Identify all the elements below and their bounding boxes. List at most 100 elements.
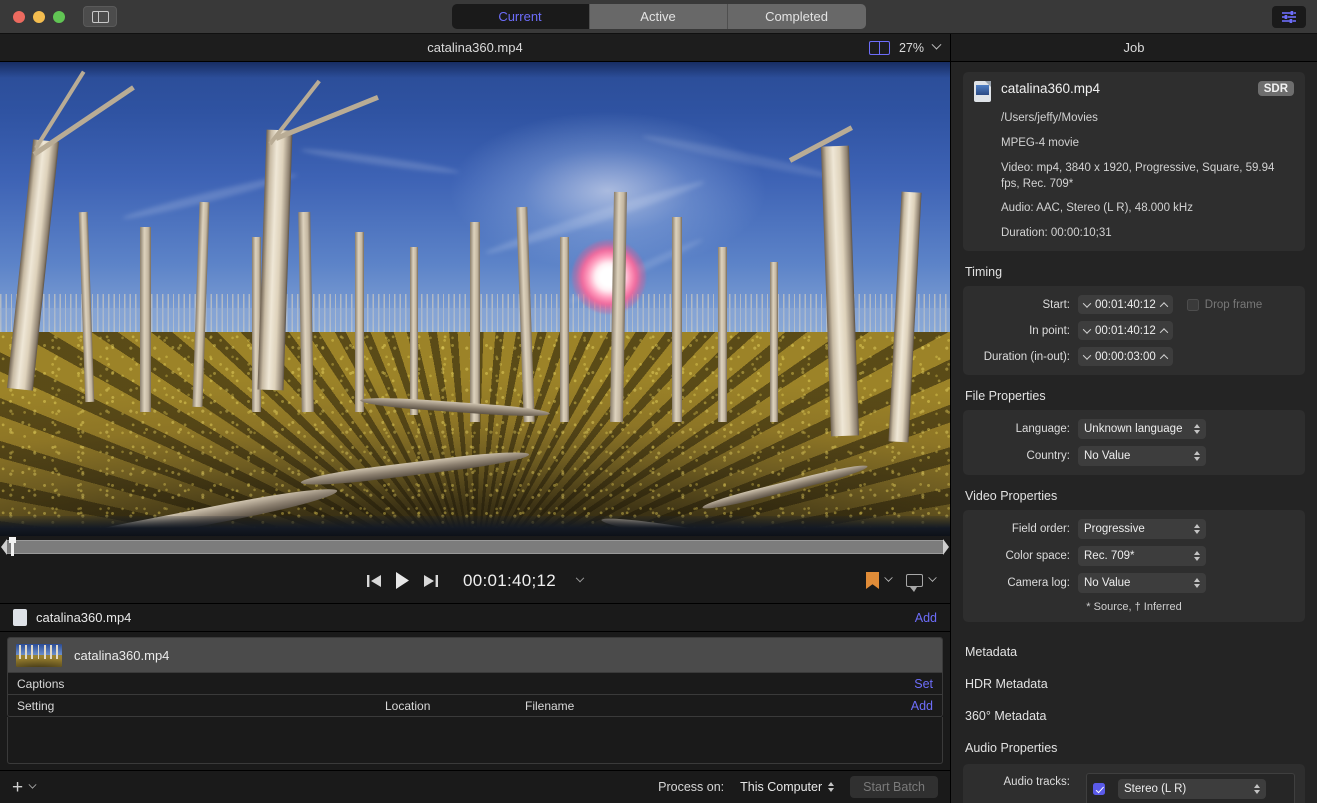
chevron-down-icon[interactable] [1083,299,1091,307]
duration-label: Duration (in-out): [973,351,1078,363]
skip-to-end-button[interactable] [423,574,438,588]
audio-track-value: Stereo (L R) [1124,783,1254,795]
play-icon [395,572,410,589]
video-frame-image [0,62,950,536]
batch-add-button[interactable]: Add [915,611,937,625]
inspector-toggle-button[interactable] [1272,6,1306,28]
in-point-marker[interactable] [1,539,7,555]
chevron-down-icon[interactable] [932,40,942,50]
chevron-down-icon[interactable] [29,780,37,788]
start-batch-button[interactable]: Start Batch [850,776,938,798]
country-label: Country: [973,450,1078,462]
tab-current[interactable]: Current [452,4,590,29]
language-label: Language: [973,423,1078,435]
file-info-header: catalina360.mp4 SDR [974,81,1294,102]
captions-set-button[interactable]: Set [914,677,933,691]
chevron-down-icon[interactable] [1083,351,1091,359]
preview-title: catalina360.mp4 [0,40,950,55]
batch-header-row[interactable]: catalina360.mp4 Add [0,604,950,632]
title-bar: Current Active Completed [0,0,1317,34]
chevron-down-icon[interactable] [884,573,892,581]
inspector-filename: catalina360.mp4 [1001,81,1100,96]
timing-duration-row: Duration (in-out): 00:00:03:00 [963,347,1305,366]
timing-start-row: Start: 00:01:40:12 Drop frame [963,295,1305,314]
audio-tracks-list[interactable]: Stereo (L R) [1086,773,1295,803]
audio-track-item[interactable]: Stereo (L R) [1093,779,1288,799]
bookmark-icon[interactable] [866,572,879,589]
settings-header-row: Setting Location Filename Add [8,694,942,716]
column-filename: Filename [525,699,665,713]
current-timecode[interactable]: 00:01:40;12 [463,571,556,591]
section-metadata[interactable]: Metadata [963,636,1305,668]
skip-to-start-button[interactable] [367,574,382,588]
captions-row[interactable]: Captions Set [8,672,942,694]
settings-add-button[interactable]: Add [911,699,933,713]
process-on-popup[interactable]: This Computer [733,777,841,798]
batch-view-segmented-control[interactable]: Current Active Completed [452,4,866,29]
bottom-toolbar: + Process on: This Computer Start Batch [0,770,950,803]
drop-frame-label: Drop frame [1205,299,1263,311]
batch-empty-area[interactable] [7,717,943,764]
job-row[interactable]: catalina360.mp4 [8,638,942,672]
color-space-value: Rec. 709* [1084,550,1194,562]
process-on-label: Process on: [658,780,724,794]
inspector-header: Job [951,34,1317,62]
stepper-icon [1254,784,1260,794]
source-inferred-note: * Source, † Inferred [963,601,1305,613]
video-preview[interactable] [0,62,950,536]
start-field[interactable]: 00:01:40:12 [1078,295,1173,314]
plus-icon[interactable]: + [12,778,23,797]
stepper-icon [1194,424,1200,434]
audio-track-select[interactable]: Stereo (L R) [1118,779,1266,799]
duration-info: Duration: 00:00:10;31 [974,226,1294,242]
country-value: No Value [1084,450,1194,462]
main-body: catalina360.mp4 27% [0,34,1317,803]
timing-inpoint-row: In point: 00:01:40:12 [963,321,1305,340]
tab-active[interactable]: Active [590,4,728,29]
minimize-button[interactable] [33,11,45,23]
country-select[interactable]: No Value [1078,446,1206,466]
chevron-down-icon[interactable] [576,573,584,581]
out-point-marker[interactable] [943,539,949,555]
play-button[interactable] [395,572,410,589]
job-card[interactable]: catalina360.mp4 Captions Set Setting Loc… [7,637,943,717]
tab-completed[interactable]: Completed [728,4,866,29]
section-hdr-metadata[interactable]: HDR Metadata [963,668,1305,700]
camera-log-row: Camera log: No Value [963,573,1305,593]
country-row: Country: No Value [963,446,1305,466]
section-360-metadata[interactable]: 360° Metadata [963,700,1305,732]
duration-field[interactable]: 00:00:03:00 [1078,347,1173,366]
duration-value: 00:00:03:00 [1095,351,1156,363]
field-order-select[interactable]: Progressive [1078,519,1206,539]
field-order-value: Progressive [1084,523,1194,535]
chevron-up-icon[interactable] [1160,328,1168,336]
chevron-down-icon[interactable] [1083,325,1091,333]
inspector-body[interactable]: catalina360.mp4 SDR /Users/jeffy/Movies … [951,62,1317,803]
camera-log-select[interactable]: No Value [1078,573,1206,593]
field-order-row: Field order: Progressive [963,519,1305,539]
color-space-select[interactable]: Rec. 709* [1078,546,1206,566]
window-controls [0,11,65,23]
sidebar-toggle-button[interactable] [83,6,117,27]
playhead[interactable] [9,537,16,556]
video-properties-card: Field order: Progressive Color space: Re… [963,510,1305,622]
in-point-field[interactable]: 00:01:40:12 [1078,321,1173,340]
tab-active-label: Active [640,9,675,24]
chevron-up-icon[interactable] [1160,354,1168,362]
language-select[interactable]: Unknown language [1078,419,1206,439]
chevron-down-icon[interactable] [928,573,936,581]
timeline-scrubber[interactable] [6,540,944,554]
video-thumbnail [16,644,62,667]
close-button[interactable] [13,11,25,23]
stepper-icon [828,782,834,792]
sidebar-icon [92,11,109,23]
preview-header-controls: 27% [869,41,940,55]
comment-bubble-icon[interactable] [906,574,923,587]
audio-track-checkbox[interactable] [1093,783,1105,795]
chevron-up-icon[interactable] [1160,302,1168,310]
zoom-button[interactable] [53,11,65,23]
stepper-icon [1194,578,1200,588]
split-view-icon[interactable] [869,41,890,55]
language-value: Unknown language [1084,423,1194,435]
in-point-value: 00:01:40:12 [1095,325,1156,337]
